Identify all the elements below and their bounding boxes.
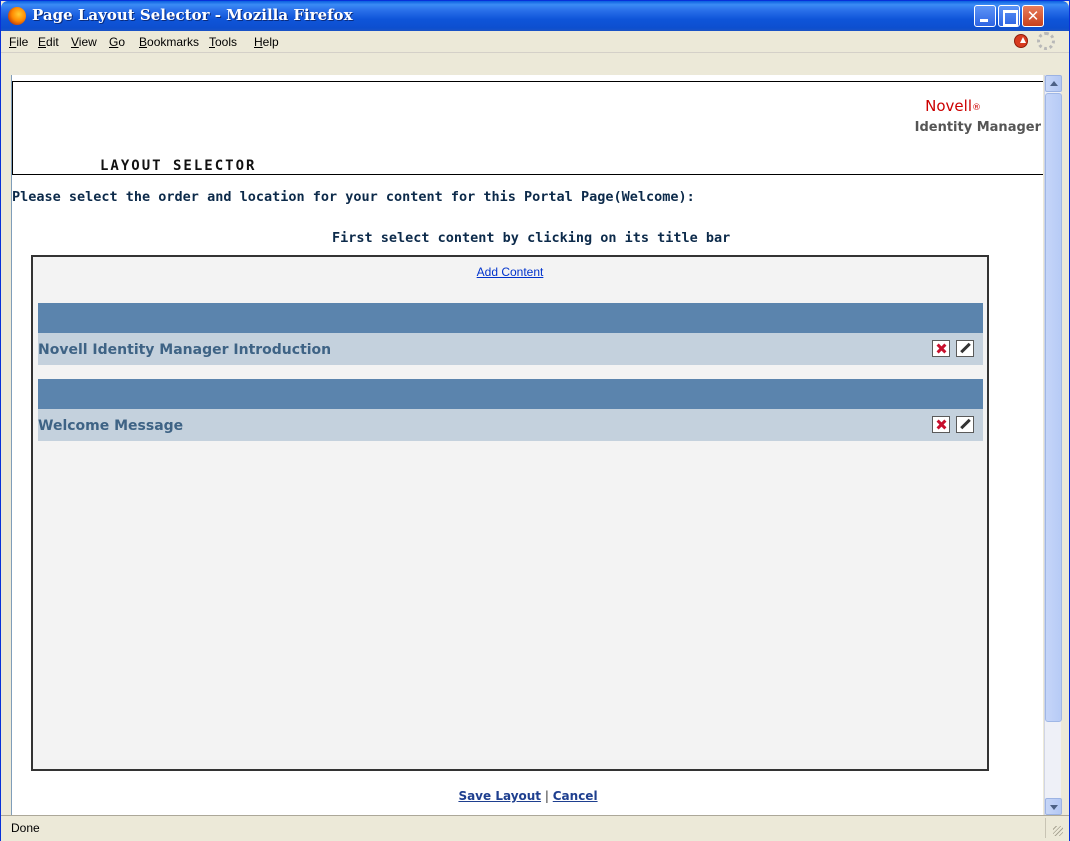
page-title: LAYOUT SELECTOR — [100, 158, 257, 174]
title-bar[interactable]: Page Layout Selector - Mozilla Firefox ✕ — [1, 1, 1069, 31]
menu-help-rest: elp — [262, 35, 279, 49]
menu-go[interactable]: Go — [109, 35, 125, 49]
action-links: Save Layout | Cancel — [12, 789, 1043, 803]
remove-icon[interactable] — [932, 340, 950, 357]
registered-mark: ® — [972, 103, 981, 113]
product-name: Identity Manager — [914, 120, 1041, 135]
close-icon: ✕ — [1026, 7, 1040, 25]
portlet-header-bar[interactable] — [38, 379, 983, 409]
portlet-title-bar[interactable]: Novell Identity Manager Introduction — [38, 333, 983, 365]
page-content: Novell® Identity Manager LAYOUT SELECTOR… — [11, 75, 1043, 815]
portlet-title: Welcome Message — [38, 418, 184, 434]
firefox-icon — [8, 7, 26, 25]
vertical-scrollbar[interactable] — [1044, 75, 1062, 815]
close-button[interactable]: ✕ — [1022, 5, 1044, 27]
menu-go-rest: o — [118, 35, 126, 49]
menu-bookmarks-accel: B — [139, 35, 148, 49]
menu-view-rest: iew — [78, 35, 97, 49]
scroll-thumb[interactable] — [1045, 93, 1062, 722]
remove-icon[interactable] — [932, 416, 950, 433]
scroll-up-button[interactable] — [1045, 75, 1062, 92]
cancel-link[interactable]: Cancel — [553, 789, 598, 803]
edit-icon[interactable] — [956, 340, 974, 357]
status-bar: Done — [1, 815, 1069, 841]
maximize-button[interactable] — [998, 5, 1020, 27]
menu-help[interactable]: Help — [254, 35, 279, 49]
browser-window: Page Layout Selector - Mozilla Firefox ✕… — [0, 0, 1070, 841]
selection-hint: First select content by clicking on its … — [332, 230, 731, 246]
minimize-button[interactable] — [974, 5, 996, 27]
menu-edit[interactable]: Edit — [38, 35, 59, 49]
link-separator: | — [544, 789, 549, 803]
portlet-title-bar[interactable]: Welcome Message — [38, 409, 983, 441]
menu-file-rest: ile — [16, 35, 29, 49]
portlet-title: Novell Identity Manager Introduction — [38, 342, 332, 358]
brand-name: Novell — [925, 97, 972, 115]
menu-file[interactable]: File — [9, 35, 28, 49]
page-header: Novell® Identity Manager LAYOUT SELECTOR — [12, 81, 1043, 175]
stop-icon[interactable] — [1014, 34, 1028, 48]
menu-tools[interactable]: Tools — [209, 35, 237, 49]
add-content-link[interactable]: Add Content — [33, 265, 987, 279]
menu-edit-accel: E — [38, 35, 47, 49]
window-title: Page Layout Selector - Mozilla Firefox — [32, 6, 353, 24]
layout-container: Add Content Novell Identity Manager Intr… — [31, 255, 989, 771]
portlet[interactable]: Novell Identity Manager Introduction — [38, 303, 983, 365]
novell-logo: Novell® — [925, 97, 981, 115]
portlet-header-bar[interactable] — [38, 303, 983, 333]
scroll-down-button[interactable] — [1045, 798, 1062, 815]
menu-tools-rest: ools — [215, 35, 238, 49]
menu-view-accel: V — [71, 35, 79, 49]
save-layout-link[interactable]: Save Layout — [458, 789, 541, 803]
menu-bookmarks-rest: ookmarks — [147, 35, 200, 49]
menu-bar: File Edit View Go Bookmarks Tools Help — [1, 31, 1069, 53]
edit-icon[interactable] — [956, 416, 974, 433]
menu-bookmarks[interactable]: Bookmarks — [139, 35, 199, 49]
menu-edit-rest: dit — [46, 35, 59, 49]
menu-go-accel: G — [109, 35, 119, 49]
menu-help-accel: H — [254, 35, 263, 49]
throbber-icon — [1037, 32, 1055, 50]
status-text: Done — [11, 821, 40, 835]
portlet[interactable]: Welcome Message — [38, 379, 983, 441]
menu-view[interactable]: View — [71, 35, 97, 49]
instruction-text: Please select the order and location for… — [12, 189, 695, 205]
resize-grip-icon[interactable] — [1045, 818, 1065, 838]
